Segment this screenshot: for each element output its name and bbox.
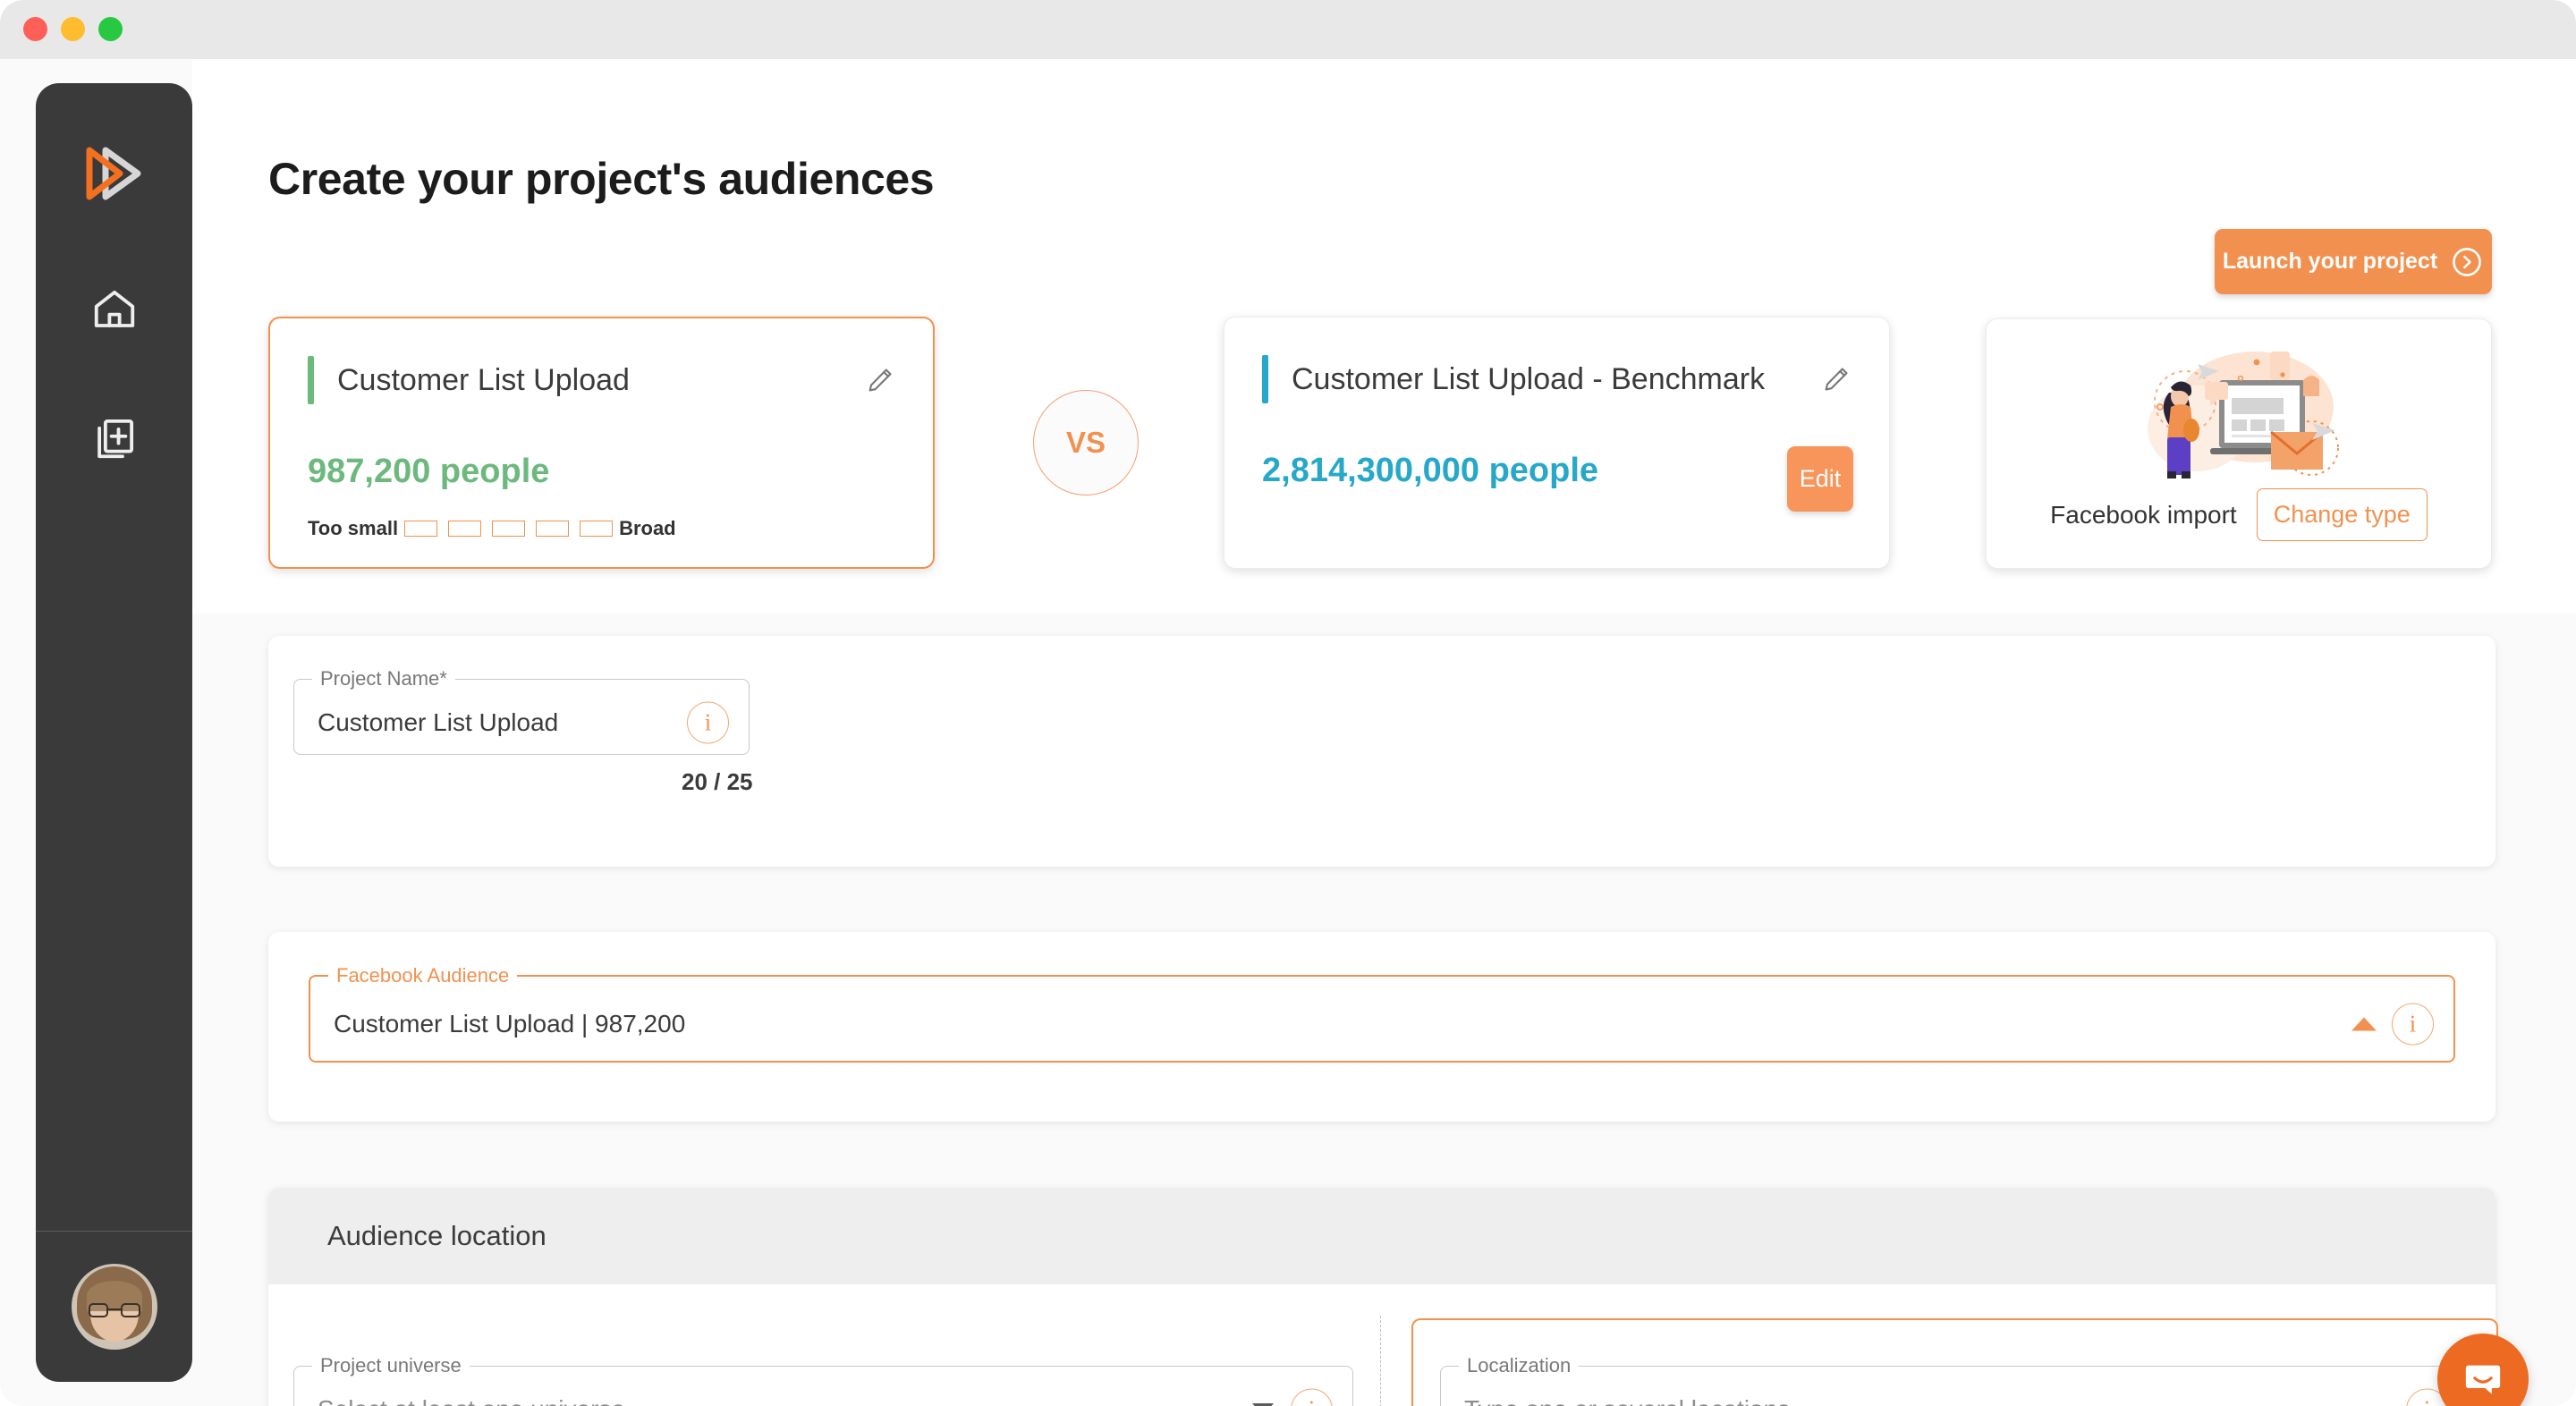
audience-location-header: Audience location (268, 1188, 2496, 1284)
audience-source-footer: Facebook import Change type (1987, 488, 2491, 541)
minimize-window-button[interactable] (61, 17, 85, 41)
audience-size-gauge: Too small Broad (308, 517, 676, 540)
app-logo-icon (86, 147, 140, 200)
add-project-icon (97, 419, 133, 459)
project-name-value: Customer List Upload (318, 707, 559, 736)
pencil-icon (1825, 368, 1848, 391)
audience-location-title: Audience location (327, 1220, 547, 1251)
benchmark-card-header: Customer List Upload - Benchmark (1262, 355, 1852, 403)
gauge-min-label: Too small (308, 517, 399, 539)
primary-audience-count: 987,200 people (308, 453, 550, 490)
caret-up-icon[interactable] (2351, 1017, 2377, 1031)
facebook-audience-legend: Facebook Audience (336, 964, 510, 987)
gauge-max-label: Broad (619, 517, 676, 539)
avatar-glasses (88, 1302, 140, 1317)
primary-audience-title: Customer List Upload (337, 362, 630, 397)
caret-down-icon[interactable] (1252, 1402, 1274, 1406)
user-avatar[interactable] (71, 1264, 157, 1350)
traffic-lights (23, 17, 123, 41)
gauge-cell (536, 521, 570, 537)
gauge-cell (580, 521, 614, 537)
home-icon (94, 290, 134, 327)
app-canvas: Create your project's audiences Launch y… (0, 59, 2576, 1406)
project-universe-placeholder: Select at least one universe (318, 1395, 625, 1406)
gauge-cells (404, 521, 614, 537)
audience-card-primary: Customer List Upload 987,200 people Too … (268, 317, 935, 569)
project-name-char-count: 20 / 25 (682, 768, 753, 795)
app-logo[interactable] (78, 137, 151, 210)
import-illustration-icon (2148, 352, 2339, 479)
facebook-audience-info-icon[interactable]: i (2392, 1003, 2434, 1046)
versus-badge: VS (1033, 390, 1139, 495)
facebook-audience-value: Customer List Upload | 987,200 (334, 1010, 686, 1038)
localization-placeholder: Type one or several locations (1464, 1395, 1790, 1406)
page-title: Create your project's audiences (268, 154, 935, 204)
edit-benchmark-title-button[interactable] (1821, 364, 1852, 394)
localization-legend: Localization (1467, 1354, 1572, 1376)
os-window: Create your project's audiences Launch y… (0, 0, 2576, 1406)
benchmark-accent-bar (1262, 355, 1268, 403)
project-name-info-icon[interactable]: i (687, 701, 729, 743)
close-window-button[interactable] (23, 17, 47, 41)
facebook-import-illustration (2105, 343, 2373, 501)
facebook-audience-field[interactable]: Facebook Audience Customer List Upload |… (309, 964, 2455, 1063)
audience-source-card: Facebook import Change type (1986, 318, 2492, 569)
project-name-legend: Project Name* (320, 667, 447, 690)
project-universe-legend: Project universe (320, 1354, 462, 1376)
pencil-icon (869, 368, 892, 392)
change-type-button[interactable]: Change type (2256, 488, 2428, 541)
benchmark-audience-count: 2,814,300,000 people (1262, 452, 1599, 489)
arrow-right-circle-icon (2453, 247, 2481, 276)
audience-source-label: Facebook import (2050, 500, 2237, 529)
audience-card-benchmark: Customer List Upload - Benchmark 2,814,3… (1224, 317, 1890, 569)
primary-card-header: Customer List Upload (308, 356, 895, 404)
launch-project-label: Launch your project (2222, 249, 2438, 274)
project-universe-info-icon[interactable]: i (1291, 1388, 1333, 1406)
project-name-field[interactable]: Project Name* Customer List Upload i (293, 667, 750, 755)
gauge-cell (404, 521, 438, 537)
chat-bubble-icon (2465, 1365, 2501, 1394)
benchmark-audience-title: Customer List Upload - Benchmark (1292, 361, 1766, 396)
edit-benchmark-button[interactable]: Edit (1787, 446, 1853, 512)
left-sidebar (36, 83, 192, 1382)
launch-project-button[interactable]: Launch your project (2215, 229, 2492, 294)
localization-field[interactable]: Localization Type one or several locatio… (1440, 1354, 2469, 1406)
maximize-window-button[interactable] (98, 17, 123, 41)
gauge-cell (448, 521, 482, 537)
sidebar-item-home[interactable] (85, 280, 144, 339)
sidebar-avatar-area (36, 1232, 192, 1382)
gauge-cell (492, 521, 526, 537)
sidebar-item-new-project[interactable] (85, 409, 144, 468)
window-titlebar (0, 0, 2576, 59)
edit-primary-audience-button[interactable] (865, 365, 895, 395)
project-universe-field[interactable]: Project universe Select at least one uni… (293, 1354, 1353, 1406)
primary-accent-bar (308, 356, 314, 404)
location-column-divider (1380, 1316, 1381, 1406)
